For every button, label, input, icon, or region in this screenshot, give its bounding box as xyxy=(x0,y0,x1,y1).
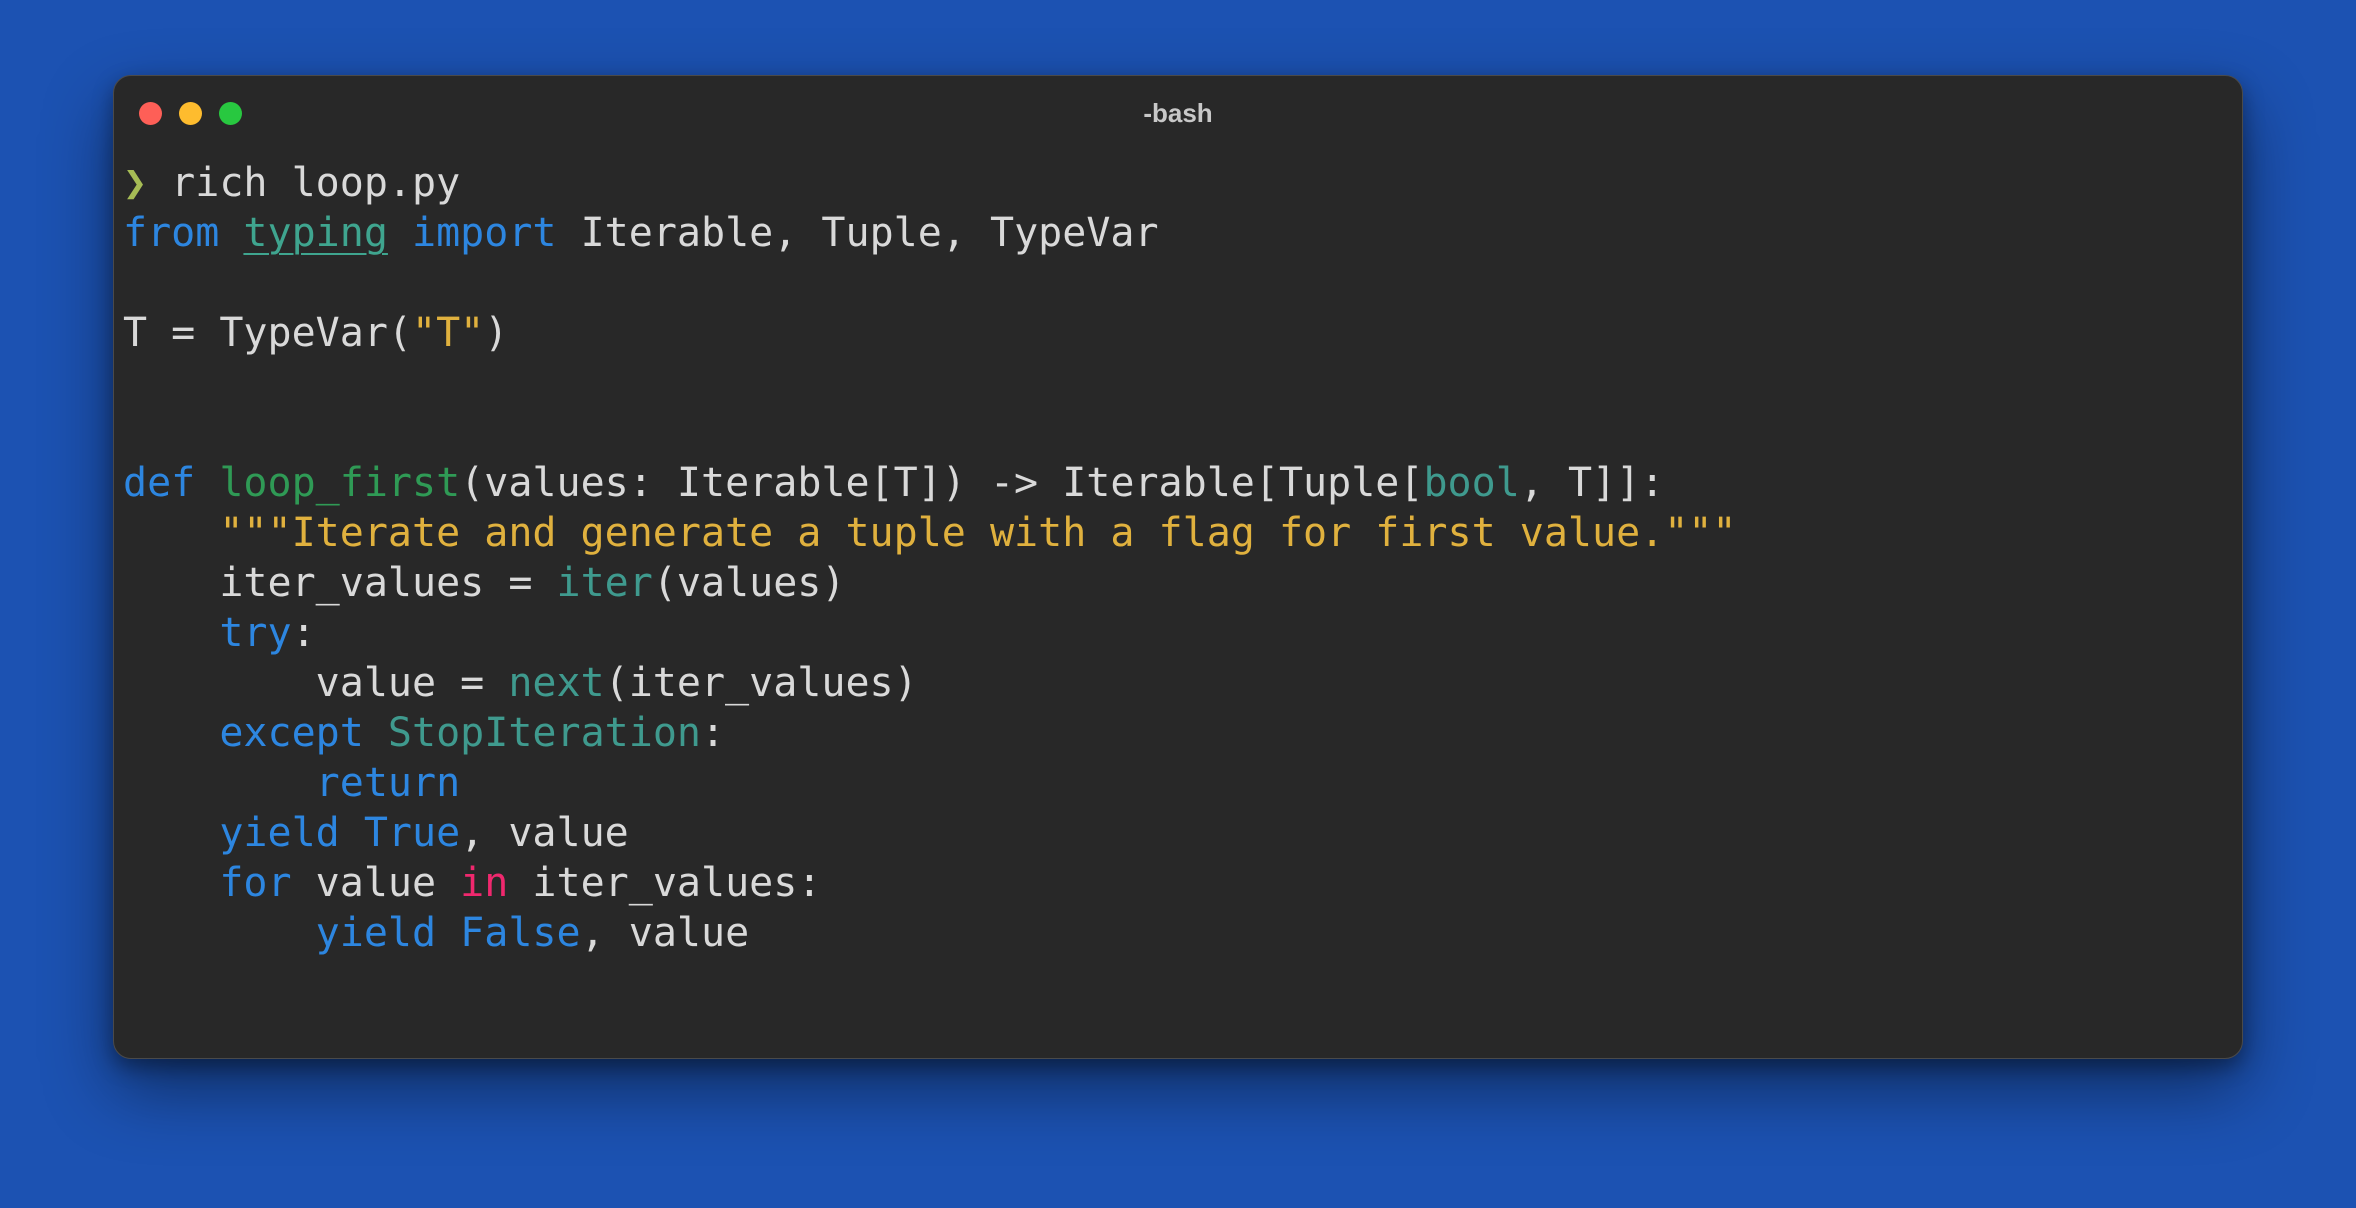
title-bar[interactable]: -bash xyxy=(114,76,2242,152)
code-line-4-blank xyxy=(123,358,2232,408)
code-line-3: T = TypeVar("T") xyxy=(123,308,2232,358)
code-token: bool xyxy=(1423,460,1520,506)
code-token: value xyxy=(291,860,461,906)
code-line-14: for value in iter_values: xyxy=(123,858,2232,908)
code-token: iter_values = xyxy=(123,560,557,606)
prompt-line: ❯ rich loop.py xyxy=(123,158,2232,208)
code-line-6: def loop_first(values: Iterable[T]) -> I… xyxy=(123,458,2232,508)
code-token: : xyxy=(701,710,726,756)
code-line-15: yield False, value xyxy=(123,908,2232,958)
code-token: False xyxy=(460,910,581,956)
code-token: loop_first xyxy=(219,460,461,506)
code-line-7: """Iterate and generate a tuple with a f… xyxy=(123,508,2232,558)
code-line-1: from typing import Iterable, Tuple, Type… xyxy=(123,208,2232,258)
code-token: "T" xyxy=(411,310,485,356)
code-token: , value xyxy=(580,910,750,956)
code-token: def xyxy=(123,460,196,506)
code-token: , value xyxy=(460,810,629,856)
window-title: -bash xyxy=(1143,98,1213,128)
code-token: try xyxy=(219,610,292,656)
code-token: (iter_values) xyxy=(604,660,918,706)
code-token: for xyxy=(219,860,292,906)
code-line-2-blank xyxy=(123,258,2232,308)
code-token: StopIteration xyxy=(387,710,701,756)
code-token: except xyxy=(219,710,364,756)
prompt-command: rich loop.py xyxy=(147,160,461,206)
code-token: from xyxy=(123,210,220,256)
code-token: yield xyxy=(315,910,437,956)
code-token: """Iterate and generate a tuple with a f… xyxy=(219,510,1737,556)
code-token: T = TypeVar( xyxy=(123,310,412,356)
terminal-window: -bash ❯ rich loop.py from typing import … xyxy=(113,75,2243,1059)
code-token: return xyxy=(315,760,461,806)
code-token: import xyxy=(412,210,557,256)
code-token: iter xyxy=(556,560,653,606)
terminal-output[interactable]: ❯ rich loop.py from typing import Iterab… xyxy=(123,158,2232,1048)
prompt-chevron-icon: ❯ xyxy=(123,160,148,206)
code-line-8: iter_values = iter(values) xyxy=(123,558,2232,608)
code-line-9: try: xyxy=(123,608,2232,658)
code-token: typing xyxy=(243,210,388,256)
code-token: Iterable, Tuple, TypeVar xyxy=(556,210,1159,256)
code-line-5-blank xyxy=(123,408,2232,458)
code-line-12: return xyxy=(123,758,2232,808)
code-token: True xyxy=(363,810,461,856)
code-token: , T]]: xyxy=(1519,460,1665,506)
code-token: yield xyxy=(219,810,340,856)
code-token: value = xyxy=(123,660,509,706)
code-line-11: except StopIteration: xyxy=(123,708,2232,758)
code-line-10: value = next(iter_values) xyxy=(123,658,2232,708)
code-token: in xyxy=(460,860,509,906)
code-token: iter_values: xyxy=(508,860,822,906)
code-token: (values) xyxy=(652,560,846,606)
code-token: next xyxy=(508,660,605,706)
code-line-13: yield True, value xyxy=(123,808,2232,858)
code-token: (values: Iterable[T]) -> Iterable[Tuple[ xyxy=(460,460,1424,506)
code-token: : xyxy=(291,610,316,656)
code-token: ) xyxy=(484,310,509,356)
